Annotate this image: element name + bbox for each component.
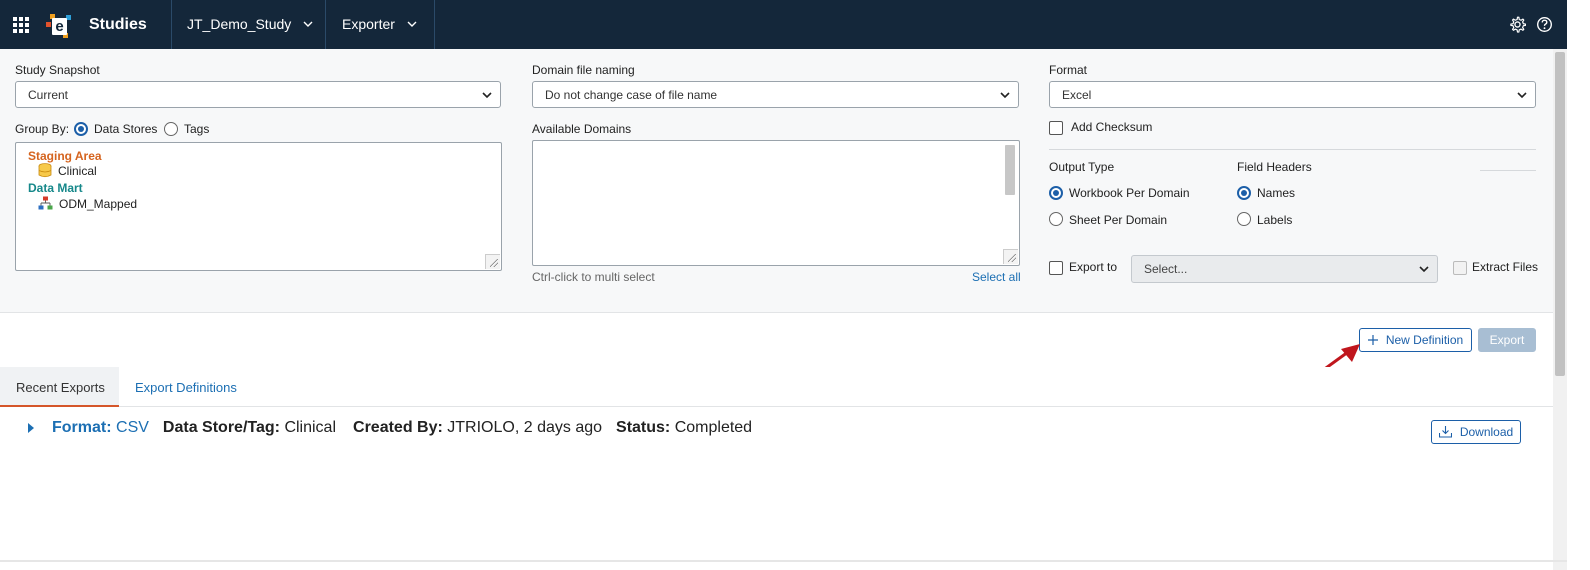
add-checksum-checkbox[interactable]	[1049, 121, 1063, 135]
field-headers-label: Field Headers	[1237, 160, 1312, 174]
tree-item-clinical[interactable]: Clinical	[38, 163, 97, 178]
domain-file-naming-value: Do not change case of file name	[545, 88, 718, 102]
status-field-value: Completed	[674, 419, 753, 436]
multi-select-hint: Ctrl-click to multi select	[532, 270, 655, 284]
chevron-down-icon	[407, 21, 417, 27]
section-divider	[1049, 149, 1536, 150]
database-icon	[38, 163, 52, 178]
chevron-down-icon	[482, 92, 492, 99]
export-label: Export	[1489, 333, 1525, 347]
group-by-tags-radio[interactable]	[164, 122, 178, 136]
output-type-label: Output Type	[1049, 160, 1115, 174]
section-divider	[1480, 170, 1536, 171]
export-to-label[interactable]: Export to	[1069, 260, 1117, 274]
page-scrollbar-thumb[interactable]	[1555, 52, 1565, 376]
module-selector[interactable]: Exporter	[342, 16, 417, 32]
output-sheet-per-domain-radio[interactable]	[1049, 212, 1063, 226]
group-by-tags-label[interactable]: Tags	[184, 122, 209, 136]
field-headers-labels-radio[interactable]	[1237, 212, 1251, 226]
export-to-value: Select...	[1144, 262, 1188, 276]
tree-group-data-mart[interactable]: Data Mart	[28, 181, 83, 195]
download-button[interactable]: Download	[1431, 420, 1521, 444]
tree-group-staging-area[interactable]: Staging Area	[28, 149, 102, 163]
resize-handle[interactable]	[485, 254, 500, 269]
download-label: Download	[1459, 425, 1514, 439]
study-selector[interactable]: JT_Demo_Study	[187, 16, 313, 32]
export-button[interactable]: Export	[1478, 328, 1536, 352]
extract-files-label[interactable]: Extract Files	[1472, 260, 1538, 274]
store-field-label: Data Store/Tag:	[162, 419, 280, 436]
study-snapshot-label: Study Snapshot	[15, 63, 100, 77]
page-margin	[1567, 0, 1590, 570]
field-headers-names-radio[interactable]	[1237, 186, 1251, 200]
group-by-label: Group By:	[15, 122, 70, 136]
app-grid-icon[interactable]	[13, 17, 29, 33]
format-field-label: Format:	[52, 419, 112, 436]
format-field-value: CSV	[116, 419, 149, 436]
group-by-data-stores-radio[interactable]	[74, 122, 88, 136]
field-headers-labels-label[interactable]: Labels	[1257, 213, 1292, 227]
nav-divider	[325, 0, 326, 49]
select-all-link[interactable]: Select all	[972, 270, 1021, 284]
expand-caret-icon[interactable]	[26, 422, 35, 434]
study-snapshot-select[interactable]: Current	[15, 81, 501, 108]
plus-icon	[1367, 335, 1378, 345]
tree-item-odm-mapped[interactable]: ODM_Mapped	[38, 196, 137, 211]
available-domains-list[interactable]	[532, 140, 1020, 266]
new-definition-button[interactable]: New Definition	[1359, 328, 1472, 352]
module-name: Exporter	[342, 16, 395, 32]
output-workbook-per-domain-radio[interactable]	[1049, 186, 1063, 200]
data-store-tree[interactable]: Staging Area Clinical Data Mart ODM_Mapp…	[15, 142, 502, 271]
store-field-value: Clinical	[284, 419, 337, 436]
output-sheet-per-domain-label[interactable]: Sheet Per Domain	[1069, 213, 1167, 227]
resize-handle[interactable]	[1003, 249, 1018, 264]
format-select[interactable]: Excel	[1049, 81, 1536, 108]
hierarchy-icon	[38, 196, 53, 210]
top-nav-bar: e Studies JT_Demo_Study Exporter	[0, 0, 1590, 49]
format-label: Format	[1049, 63, 1088, 77]
chevron-down-icon	[303, 21, 313, 27]
study-name: JT_Demo_Study	[187, 16, 292, 32]
add-checksum-label[interactable]: Add Checksum	[1071, 120, 1152, 134]
nav-divider	[434, 0, 435, 49]
status-field-label: Status:	[616, 419, 671, 436]
export-config-panel: Study Snapshot Current Group By: Data St…	[0, 49, 1553, 313]
page-bottom-edge	[0, 560, 1567, 562]
help-icon[interactable]	[1536, 16, 1553, 33]
app-logo-icon: e	[46, 14, 71, 38]
group-by-data-stores-label[interactable]: Data Stores	[94, 122, 157, 136]
chevron-down-icon	[1517, 92, 1527, 99]
tab-recent-exports[interactable]: Recent Exports	[0, 367, 119, 407]
export-tabs: Recent Exports Export Definitions	[0, 367, 1553, 407]
domain-file-naming-select[interactable]: Do not change case of file name	[532, 81, 1019, 108]
list-scrollbar[interactable]	[1005, 145, 1015, 195]
chevron-down-icon	[1419, 266, 1429, 273]
extract-files-checkbox[interactable]	[1453, 261, 1467, 275]
output-workbook-per-domain-label[interactable]: Workbook Per Domain	[1069, 186, 1190, 200]
nav-divider	[171, 0, 172, 49]
domain-file-naming-label: Domain file naming	[532, 63, 635, 77]
field-headers-names-label[interactable]: Names	[1257, 186, 1295, 200]
export-to-select[interactable]: Select...	[1131, 255, 1438, 283]
study-snapshot-value: Current	[28, 88, 69, 102]
new-definition-label: New Definition	[1385, 333, 1464, 347]
format-value: Excel	[1062, 88, 1092, 102]
tree-item-label: Clinical	[58, 163, 97, 178]
svg-text:e: e	[55, 18, 63, 35]
download-icon	[1438, 426, 1452, 438]
gear-icon[interactable]	[1509, 16, 1526, 33]
tab-export-definitions[interactable]: Export Definitions	[119, 367, 249, 407]
available-domains-label: Available Domains	[532, 122, 632, 136]
export-to-checkbox[interactable]	[1049, 261, 1063, 275]
created-field-value: JTRIOLO, 2 days ago	[447, 419, 603, 436]
recent-export-row[interactable]: Format: CSV Data Store/Tag: Clinical Cre…	[26, 419, 752, 437]
app-title[interactable]: Studies	[89, 16, 147, 34]
chevron-down-icon	[1000, 92, 1010, 99]
tree-item-label: ODM_Mapped	[59, 196, 138, 211]
created-field-label: Created By:	[353, 419, 443, 436]
